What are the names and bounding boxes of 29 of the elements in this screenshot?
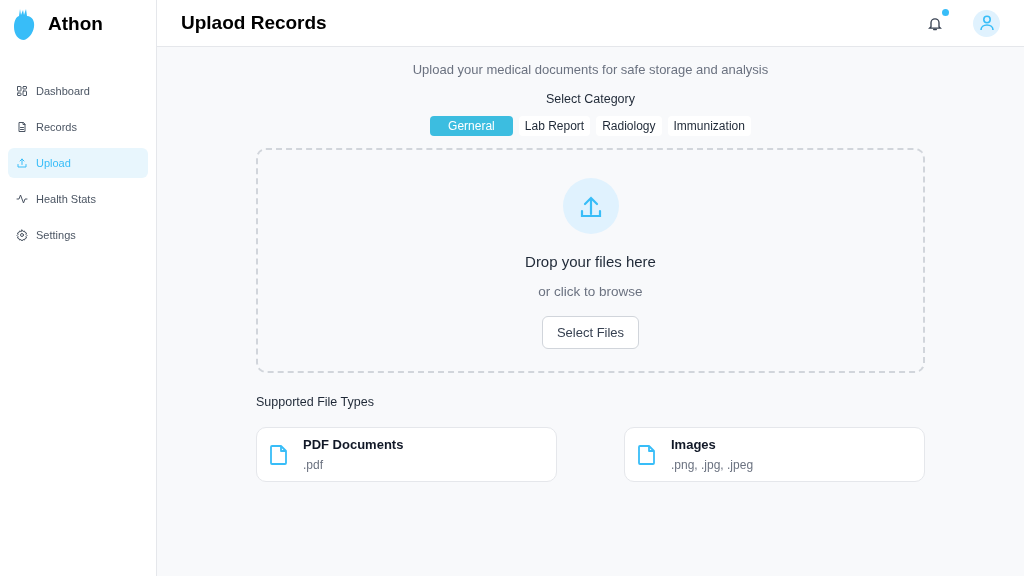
drop-title: Drop your files here	[525, 252, 656, 273]
category-tab[interactable]: Immunization	[667, 116, 751, 137]
file-type-name: PDF Documents	[303, 435, 404, 454]
select-files-button[interactable]: Select Files	[541, 316, 640, 349]
drop-subtitle: or click to browse	[538, 282, 643, 301]
brand-name: Athon	[48, 11, 103, 36]
upload-icon	[562, 178, 619, 235]
category-tab[interactable]: Radiology	[596, 116, 662, 137]
file-icon	[637, 443, 657, 466]
grid-icon	[16, 85, 28, 97]
intro-text: Upload your medical documents for safe storage and analysis	[412, 61, 769, 79]
category-label: Select Category	[546, 90, 635, 108]
sidebar-item[interactable]: Records	[8, 112, 148, 142]
sidebar-item[interactable]: Settings	[8, 220, 148, 250]
sidebar-item[interactable]: Health Stats	[8, 184, 148, 214]
category-tab[interactable]: Lab Report	[518, 116, 591, 137]
file-extensions: .pdf	[303, 457, 324, 475]
document-icon	[16, 121, 28, 133]
page-title: Uplaod Records	[181, 10, 327, 35]
drop-zone[interactable]: Drop your files here or click to browse Select Files	[256, 148, 925, 374]
settings-icon	[16, 229, 28, 241]
upload-icon	[16, 157, 28, 169]
pulse-icon	[16, 193, 28, 205]
file-icon	[269, 443, 289, 466]
file-extensions: .png, .jpg, .jpeg	[671, 457, 754, 475]
file-type-name: Images	[671, 435, 717, 454]
sidebar-item[interactable]: Dashboard	[8, 76, 148, 106]
section-title: Supported File Types	[256, 394, 375, 412]
heart-logo-icon	[12, 7, 36, 41]
